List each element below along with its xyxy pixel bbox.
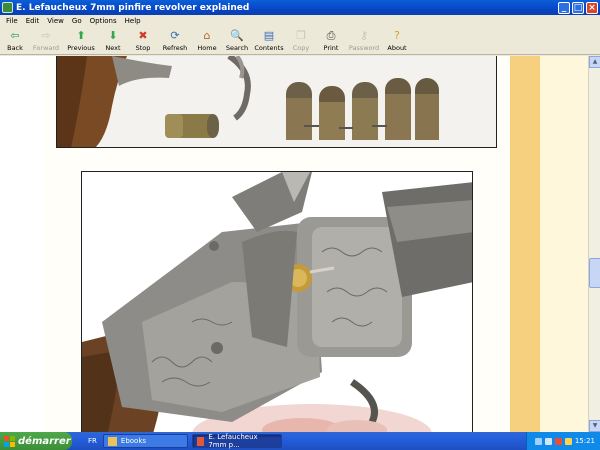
taskbar-item-ebooks[interactable]: Ebooks xyxy=(102,434,188,448)
title-bar[interactable]: E. Lefaucheux 7mm pinfire revolver expla… xyxy=(0,0,600,15)
menu-view[interactable]: View xyxy=(43,17,68,25)
app-icon xyxy=(2,2,13,13)
taskbar: démarrer FR Ebooks E. Lefaucheux 7mm p..… xyxy=(0,432,600,450)
ebook-icon xyxy=(196,436,205,446)
start-button[interactable]: démarrer xyxy=(0,432,72,450)
search-button[interactable]: 🔍 Search xyxy=(222,27,252,55)
previous-arrow-icon: ⬆ xyxy=(76,29,86,42)
document-view[interactable] xyxy=(0,56,588,432)
home-button[interactable]: ⌂ Home xyxy=(192,27,222,55)
windows-logo-icon xyxy=(4,435,15,447)
about-button[interactable]: ? About xyxy=(382,27,412,55)
scroll-up-arrow-icon[interactable]: ▲ xyxy=(589,56,600,68)
network-icon[interactable] xyxy=(534,437,542,445)
menu-file[interactable]: File xyxy=(2,17,22,25)
password-icon: ⚷ xyxy=(359,29,369,42)
refresh-icon: ⟳ xyxy=(170,29,180,42)
taskbar-item-ebook-window[interactable]: E. Lefaucheux 7mm p... xyxy=(191,433,282,449)
security-icon[interactable] xyxy=(554,437,562,445)
minimize-button[interactable]: _ xyxy=(558,1,570,14)
scroll-thumb[interactable] xyxy=(589,258,600,288)
about-icon: ? xyxy=(394,29,400,42)
clock: 15:21 xyxy=(574,437,595,445)
language-indicator[interactable]: FR xyxy=(88,437,97,445)
maximize-button[interactable]: □ xyxy=(572,1,584,14)
menu-edit[interactable]: Edit xyxy=(22,17,44,25)
volume-icon[interactable] xyxy=(544,437,552,445)
next-button[interactable]: ⬇ Next xyxy=(98,27,128,55)
contents-icon: ▤ xyxy=(263,29,275,42)
stop-button[interactable]: ✖ Stop xyxy=(128,27,158,55)
previous-button[interactable]: ⬆ Previous xyxy=(64,27,98,55)
print-button[interactable]: ⎙ Print xyxy=(316,27,346,55)
revolver-illustration xyxy=(82,172,472,432)
search-icon: 🔍 xyxy=(230,29,244,42)
system-tray: 15:21 xyxy=(526,432,600,450)
menu-bar: File Edit View Go Options Help xyxy=(0,15,600,27)
menu-go[interactable]: Go xyxy=(68,17,86,25)
side-strip xyxy=(510,56,540,432)
home-icon: ⌂ xyxy=(203,29,211,42)
folder-icon xyxy=(107,436,117,446)
side-margin xyxy=(540,56,588,432)
start-label: démarrer xyxy=(18,435,71,447)
toolbar: ⇦ Back ⇨ Forward ⬆ Previous ⬇ Next ✖ Sto… xyxy=(0,27,600,55)
cartridges-photo xyxy=(56,56,497,148)
menu-options[interactable]: Options xyxy=(86,17,121,25)
vertical-scrollbar[interactable]: ▲ ▼ xyxy=(588,56,600,432)
password-button[interactable]: ⚷ Password xyxy=(346,27,382,55)
forward-arrow-icon: ⇨ xyxy=(41,29,51,42)
next-arrow-icon: ⬇ xyxy=(108,29,118,42)
cartridges-illustration xyxy=(57,56,496,147)
forward-button[interactable]: ⇨ Forward xyxy=(28,27,64,55)
revolver-photo xyxy=(81,171,473,432)
scroll-down-arrow-icon[interactable]: ▼ xyxy=(589,420,600,432)
stop-icon: ✖ xyxy=(138,29,148,42)
back-button[interactable]: ⇦ Back xyxy=(2,27,28,55)
window-title: E. Lefaucheux 7mm pinfire revolver expla… xyxy=(16,2,250,13)
copy-icon: ❐ xyxy=(296,29,306,42)
contents-button[interactable]: ▤ Contents xyxy=(252,27,286,55)
refresh-button[interactable]: ⟳ Refresh xyxy=(158,27,192,55)
menu-help[interactable]: Help xyxy=(121,17,145,25)
back-arrow-icon: ⇦ xyxy=(10,29,20,42)
close-button[interactable]: × xyxy=(586,1,598,14)
print-icon: ⎙ xyxy=(326,29,336,42)
copy-button[interactable]: ❐ Copy xyxy=(286,27,316,55)
update-icon[interactable] xyxy=(564,437,572,445)
